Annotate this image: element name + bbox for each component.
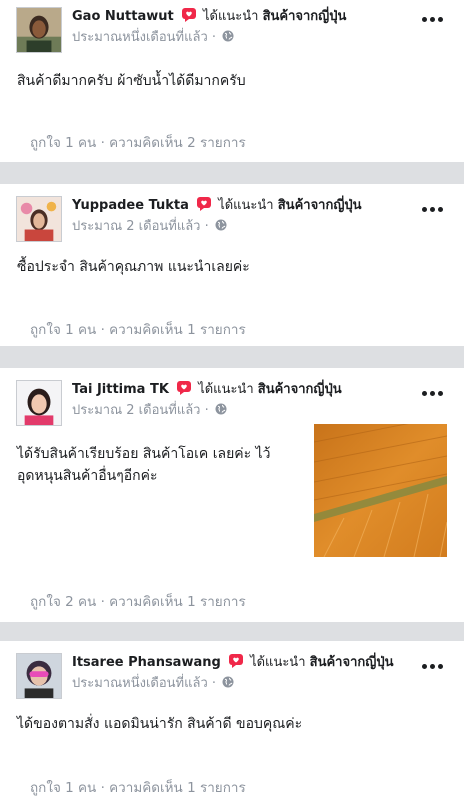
post-body: ได้รับสินค้าเรียบร้อย สินค้าโอเค เลยค่ะ … <box>17 443 302 487</box>
page-name[interactable]: สินค้าจากญี่ปุ่น <box>263 9 347 24</box>
post-footer: ถูกใจ 1 คน · ความคิดเห็น 1 รายการ <box>30 776 246 798</box>
post-footer: ถูกใจ 1 คน · ความคิดเห็น 2 รายการ <box>30 131 246 153</box>
recommends-text: ได้แนะนำ <box>218 198 274 213</box>
author-name[interactable]: Gao Nuttawut <box>72 9 174 24</box>
post-body: ซื้อประจำ สินค้าคุณภาพ แนะนำเลยค่ะ <box>17 259 250 275</box>
recommends-text: ได้แนะนำ <box>203 9 259 24</box>
globe-icon <box>215 219 227 231</box>
post-body-line: อุดหนุนสินค้าอื่นๆอีกค่ะ <box>17 468 158 484</box>
footer-separator: · <box>96 322 110 338</box>
globe-icon <box>215 403 227 415</box>
post-header: Tai Jittima TK ได้แนะนำ สินค้าจากญี่ปุ่น… <box>72 380 412 419</box>
recommends-text: ได้แนะนำ <box>198 382 254 397</box>
recommend-icon <box>181 7 197 23</box>
avatar[interactable] <box>16 7 62 53</box>
more-options-button[interactable] <box>420 388 444 398</box>
review-post-3: Tai Jittima TK ได้แนะนำ สินค้าจากญี่ปุ่น… <box>0 368 464 622</box>
author-name[interactable]: Tai Jittima TK <box>72 382 169 397</box>
avatar[interactable] <box>16 653 62 699</box>
footer-separator: · <box>96 135 110 151</box>
likes-count[interactable]: ถูกใจ 1 คน <box>30 780 96 796</box>
recommend-icon <box>228 653 244 669</box>
footer-separator: · <box>96 594 110 610</box>
more-options-button[interactable] <box>420 14 444 24</box>
post-body: ได้ของตามสั่ง แอดมินน่ารัก สินค้าดี ขอบค… <box>17 716 303 732</box>
footer-separator: · <box>96 780 110 796</box>
more-options-button[interactable] <box>420 661 444 671</box>
avatar[interactable] <box>16 196 62 242</box>
review-post-2: Yuppadee Tukta ได้แนะนำ สินค้าจากญี่ปุ่น… <box>0 184 464 346</box>
page-name[interactable]: สินค้าจากญี่ปุ่น <box>278 198 362 213</box>
recommend-icon <box>196 196 212 212</box>
comments-count[interactable]: ความคิดเห็น 2 รายการ <box>109 135 246 151</box>
post-time[interactable]: ประมาณหนึ่งเดือนที่แล้ว · <box>72 676 216 691</box>
recommends-text: ได้แนะนำ <box>250 655 306 670</box>
page-name[interactable]: สินค้าจากญี่ปุ่น <box>258 382 342 397</box>
post-header: Itsaree Phansawang ได้แนะนำ สินค้าจากญี่… <box>72 653 412 692</box>
review-post-4: Itsaree Phansawang ได้แนะนำ สินค้าจากญี่… <box>0 641 464 800</box>
likes-count[interactable]: ถูกใจ 2 คน <box>30 594 96 610</box>
globe-icon <box>222 676 234 688</box>
more-options-button[interactable] <box>420 204 444 214</box>
post-body: สินค้าดีมากครับ ผ้าซับน้ำได้ดีมากครับ <box>17 73 246 89</box>
post-footer: ถูกใจ 2 คน · ความคิดเห็น 1 รายการ <box>30 590 246 612</box>
post-body-line: ได้รับสินค้าเรียบร้อย สินค้าโอเค เลยค่ะ … <box>17 446 271 462</box>
globe-icon <box>222 30 234 42</box>
comments-count[interactable]: ความคิดเห็น 1 รายการ <box>109 780 246 796</box>
comments-count[interactable]: ความคิดเห็น 1 รายการ <box>109 322 246 338</box>
review-post-1: Gao Nuttawut ได้แนะนำ สินค้าจากญี่ปุ่น ป… <box>0 0 464 162</box>
likes-count[interactable]: ถูกใจ 1 คน <box>30 135 96 151</box>
recommend-icon <box>176 380 192 396</box>
review-photo[interactable] <box>314 424 447 557</box>
author-name[interactable]: Itsaree Phansawang <box>72 655 221 670</box>
post-header: Gao Nuttawut ได้แนะนำ สินค้าจากญี่ปุ่น ป… <box>72 7 412 46</box>
avatar[interactable] <box>16 380 62 426</box>
comments-count[interactable]: ความคิดเห็น 1 รายการ <box>109 594 246 610</box>
post-time[interactable]: ประมาณหนึ่งเดือนที่แล้ว · <box>72 30 216 45</box>
post-time[interactable]: ประมาณ 2 เดือนที่แล้ว · <box>72 403 209 418</box>
post-time[interactable]: ประมาณ 2 เดือนที่แล้ว · <box>72 219 209 234</box>
post-footer: ถูกใจ 1 คน · ความคิดเห็น 1 รายการ <box>30 318 246 340</box>
page-name[interactable]: สินค้าจากญี่ปุ่น <box>310 655 394 670</box>
post-header: Yuppadee Tukta ได้แนะนำ สินค้าจากญี่ปุ่น… <box>72 196 412 235</box>
likes-count[interactable]: ถูกใจ 1 คน <box>30 322 96 338</box>
author-name[interactable]: Yuppadee Tukta <box>72 198 189 213</box>
